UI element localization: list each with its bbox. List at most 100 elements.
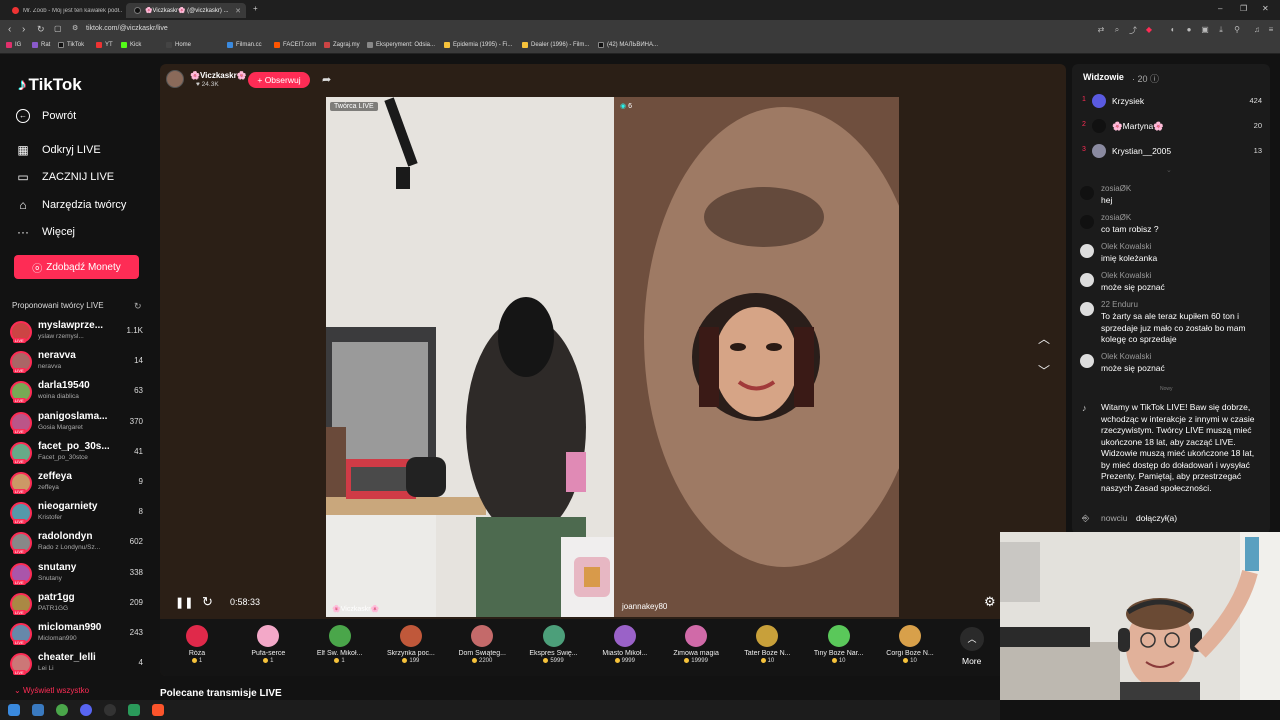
get-coins-button[interactable]: ⓞ Zdobądź Monety [14,255,139,279]
share-icon[interactable]: ⤴ [1128,25,1138,35]
suggested-creator-item[interactable]: LIVE cheater_lelli Lei Li 4 [10,651,145,679]
gift-item[interactable]: Ekspres Świę... 5999 [522,623,586,673]
bookmark-eksperyment[interactable]: Eksperyment: Odsia... [367,42,435,48]
menu-icon[interactable]: ≡ [1266,25,1276,35]
explorer-icon[interactable] [32,704,44,716]
suggested-creator-item[interactable]: LIVE panigoslama... Gosia Margaret 370 [10,410,145,438]
gift-item[interactable]: Miasto Mikoł... 9999 [593,623,657,673]
suggested-creator-item[interactable]: LIVE snutany Snutany 338 [10,561,145,589]
guest-video-label[interactable]: joannakey80 [622,602,667,611]
gift-item[interactable]: Corgi Boże N... 10 [878,623,942,673]
nav-creator-tools[interactable]: ⌂ Narzędzia twórcy [16,198,126,212]
avatar[interactable] [1080,244,1094,258]
bookmark-epidemia[interactable]: Epidemia (1995) - Fi... [444,42,512,48]
chat-username[interactable]: Olek Kowalski [1101,352,1151,361]
reload-stream-icon[interactable]: ↻ [202,594,213,610]
extension-icon[interactable]: ● [1184,25,1194,35]
gift-item[interactable]: Elf Św. Mikoł... 1 [308,623,372,673]
nav-discover-live[interactable]: ▦ Odkryj LIVE [16,143,100,157]
share-icon[interactable]: ➦ [322,73,331,86]
start-icon[interactable] [8,704,20,716]
bookmark-faceit[interactable]: FACEIT.com [274,42,316,48]
suggested-creator-item[interactable]: LIVE nieogarniety Kristofer 8 [10,500,145,528]
bookmark-filman[interactable]: Filman.cc [227,42,262,48]
chevron-up-icon[interactable]: ︿ [1038,330,1050,347]
bookmark-page-icon[interactable]: ▢ [54,24,62,33]
suggested-creator-item[interactable]: LIVE zeffeya zeffeya 9 [10,470,145,498]
close-tab-icon[interactable]: ✕ [235,7,241,15]
show-all-link[interactable]: ⌄ Wyświetl wszystko [14,686,89,695]
minimize-button[interactable]: – [1218,4,1222,13]
close-window-button[interactable]: ✕ [1262,4,1269,13]
gift-item[interactable]: Tater Boże N... 10 [735,623,799,673]
reload-icon[interactable]: ↻ [37,24,45,35]
zoom-icon[interactable]: ⌕ [1112,25,1122,35]
follow-button[interactable]: + Obserwuj [248,72,310,88]
bookmark-rat[interactable]: Rat [32,42,50,48]
top-viewer-item[interactable]: 2 🌸Martyna🌸 20 [1082,117,1262,135]
gift-item[interactable]: Zimowa magia 19999 [664,623,728,673]
suggested-creator-item[interactable]: LIVE facet_po_30s... Facet_po_30stce 41 [10,440,145,468]
suggested-creator-item[interactable]: LIVE micloman990 Micloman990 243 [10,621,145,649]
brave-icon[interactable] [152,704,164,716]
brave-shield-icon[interactable]: ◆ [1144,25,1154,35]
gift-item[interactable]: Pufa-serce 1 [236,623,300,673]
host-avatar[interactable] [166,70,184,88]
chat-username[interactable]: 22 Enduru [1101,300,1138,309]
bookmark-dealer[interactable]: Dealer (1996) - Film... [522,42,589,48]
gift-item[interactable]: Skrzynka poc... 199 [379,623,443,673]
host-video[interactable] [326,97,614,617]
bookmark-zagraj[interactable]: Zagraj.my [324,42,360,48]
suggested-creator-item[interactable]: LIVE patr1gg PATR1GG 209 [10,591,145,619]
avatar[interactable] [1080,186,1094,200]
top-viewer-item[interactable]: 1 Krzysiek 424 [1082,92,1262,110]
app-icon[interactable] [128,704,140,716]
avatar[interactable] [1080,215,1094,229]
forward-icon[interactable]: › [22,24,25,35]
download-icon[interactable]: ⤓ [1216,25,1226,35]
bookmark-kick[interactable]: Kick [121,42,141,48]
obs-icon[interactable] [104,704,116,716]
bookmark-yt[interactable]: YT [96,42,113,48]
bookmark-home[interactable]: Home [166,42,191,48]
nav-start-live[interactable]: ▭ ZACZNIJ LIVE [16,170,114,184]
more-gifts-button[interactable]: More [962,656,981,666]
browser-tab-tiktok[interactable]: 🌸Viczkaskr🌸 (@viczkaskr) ... ✕ [126,3,246,18]
maximize-button[interactable]: ❐ [1240,4,1247,13]
guest-video[interactable] [614,97,899,617]
tiktok-logo[interactable]: ♪ TikTok [18,75,82,95]
avatar[interactable] [1080,302,1094,316]
expand-chevron-icon[interactable]: ⌄ [1166,166,1172,174]
avatar[interactable] [1080,354,1094,368]
chat-username[interactable]: zosiaØK [1101,213,1131,222]
chat-username[interactable]: Olek Kowalski [1101,242,1151,251]
bookmark-ig[interactable]: IG [6,42,21,48]
discord-icon[interactable] [80,704,92,716]
avatar[interactable] [1080,273,1094,287]
settings-icon[interactable]: ⚙ [984,594,996,610]
music-icon[interactable]: ♫ [1252,25,1262,35]
suggested-creator-item[interactable]: LIVE darla19540 woina diablica 63 [10,379,145,407]
suggested-creator-item[interactable]: LIVE neravva neravva 14 [10,349,145,377]
chat-username[interactable]: Olek Kowalski [1101,271,1151,280]
chevron-up-icon[interactable]: ︿ [960,627,984,651]
pause-icon[interactable]: ❚❚ [175,596,193,609]
gift-item[interactable]: Róża 1 [165,623,229,673]
refresh-icon[interactable]: ↻ [134,301,142,312]
url-input[interactable]: tiktok.com/@viczkaskr/live [86,25,168,32]
extension-icon[interactable]: ◐ [1168,25,1178,35]
link-icon[interactable]: ⚲ [1232,25,1242,35]
translate-icon[interactable]: ⇄ [1096,25,1106,35]
chevron-down-icon[interactable]: ﹀ [1038,362,1050,379]
chat-username[interactable]: zosiaØK [1101,184,1131,193]
site-info-icon[interactable]: ⚙ [72,24,78,32]
host-name[interactable]: 🌸Viczkaskr🌸 [190,71,247,80]
top-viewer-item[interactable]: 3 Krystian__2005 13 [1082,142,1262,160]
bookmark-tiktok[interactable]: TikTok [58,42,84,48]
info-icon[interactable]: ⓘ [1150,74,1159,84]
back-icon[interactable]: ‹ [8,24,11,35]
suggested-creator-item[interactable]: LIVE myslawprze... yslaw rzemysl... 1.1K [10,319,145,347]
extension-icon[interactable]: ▣ [1200,25,1210,35]
gift-item[interactable]: Tiny Boże Nar... 10 [807,623,871,673]
bookmark-malvina[interactable]: (42) МАЛЬВИНА... [598,42,658,48]
